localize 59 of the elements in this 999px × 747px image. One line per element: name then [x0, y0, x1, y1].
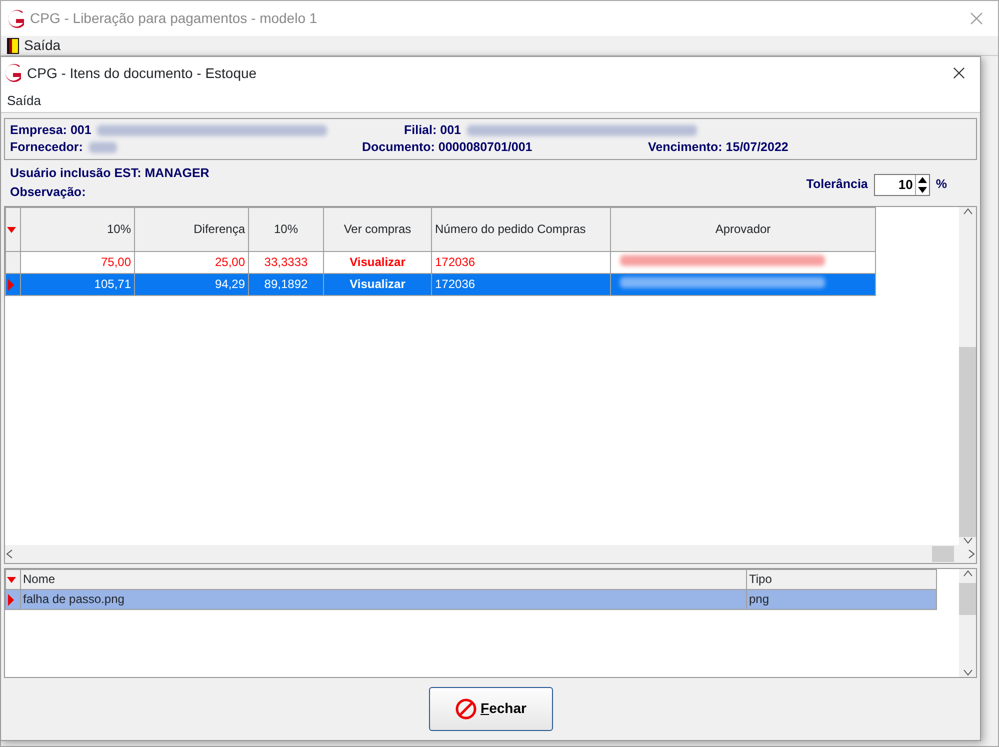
no-entry-icon	[454, 698, 477, 720]
scrollbar[interactable]	[959, 206, 976, 544]
table-cell: falha de passo.png	[20, 589, 746, 609]
row-pointer-icon	[6, 592, 16, 607]
info-label: Empresa: 001	[10, 122, 92, 140]
info-label: Filial: 001	[404, 122, 461, 140]
scroll-up-icon[interactable]	[962, 206, 972, 214]
column-header[interactable]: Tipo	[746, 569, 936, 589]
table-cell: 33,3333	[248, 251, 324, 273]
view-link[interactable]: Visualizar	[324, 251, 432, 273]
window-title: CPG - Liberação para pagamentos - modelo 1	[30, 9, 318, 28]
column-header[interactable]: Ver compras	[324, 207, 432, 251]
column-header[interactable]: Aprovador	[610, 207, 876, 251]
app-logo-icon	[6, 8, 26, 28]
close-button[interactable]: Fechar	[428, 686, 552, 731]
unit-label: %	[936, 176, 947, 194]
table-cell: 75,00	[20, 251, 134, 273]
info-label: Documento: 0000080701/001	[362, 139, 532, 156]
close-icon[interactable]	[952, 66, 966, 80]
door-icon	[6, 36, 20, 54]
column-header[interactable]: Diferença	[134, 207, 248, 251]
column-header[interactable]: Número do pedido Compras	[432, 207, 610, 251]
row-pointer-icon	[6, 278, 16, 292]
table-row[interactable]: 75,00 25,00 33,3333 Visualizar 172036	[6, 251, 876, 273]
table-cell: png	[746, 589, 936, 609]
scroll-down-icon[interactable]	[962, 536, 972, 544]
observation-label: Observação:	[10, 184, 87, 201]
scrollbar[interactable]	[959, 568, 976, 676]
table-cell: 94,29	[134, 273, 248, 295]
table-row[interactable]: 105,71 94,29 89,1892 Visualizar 172036	[6, 273, 876, 295]
app-logo-icon	[3, 63, 23, 83]
sort-down-icon	[6, 226, 17, 234]
scroll-thumb[interactable]	[959, 582, 976, 614]
table-cell: 172036	[432, 251, 610, 273]
scroll-thumb[interactable]	[959, 346, 976, 536]
sort-down-icon	[6, 576, 17, 584]
window-title: CPG - Itens do documento - Estoque	[27, 64, 257, 83]
scroll-up-icon[interactable]	[962, 568, 972, 576]
view-link[interactable]: Visualizar	[324, 273, 432, 295]
scroll-left-icon[interactable]	[5, 548, 13, 558]
table-cell: 105,71	[20, 273, 134, 295]
table-cell: 25,00	[134, 251, 248, 273]
scroll-right-icon[interactable]	[968, 548, 976, 558]
scroll-thumb[interactable]	[932, 546, 954, 562]
scroll-down-icon[interactable]	[962, 668, 972, 676]
menu-item[interactable]: Saída	[24, 35, 61, 56]
tolerance-spinner[interactable]: 10	[874, 174, 930, 196]
info-label: Vencimento: 15/07/2022	[648, 139, 788, 156]
table-cell: 89,1892	[248, 273, 324, 295]
menu-item[interactable]: Saída	[7, 90, 41, 110]
scrollbar[interactable]	[5, 544, 976, 562]
column-header[interactable]: 10%	[248, 207, 324, 251]
column-header[interactable]: 10%	[20, 207, 134, 251]
tolerance-label: Tolerância	[806, 176, 868, 194]
column-header[interactable]: Nome	[20, 569, 746, 589]
user-label: Usuário inclusão EST: MANAGER	[10, 165, 210, 182]
info-label: Fornecedor:	[10, 139, 83, 156]
table-cell: 172036	[432, 273, 610, 295]
table-row[interactable]: falha de passo.png png	[6, 589, 936, 609]
